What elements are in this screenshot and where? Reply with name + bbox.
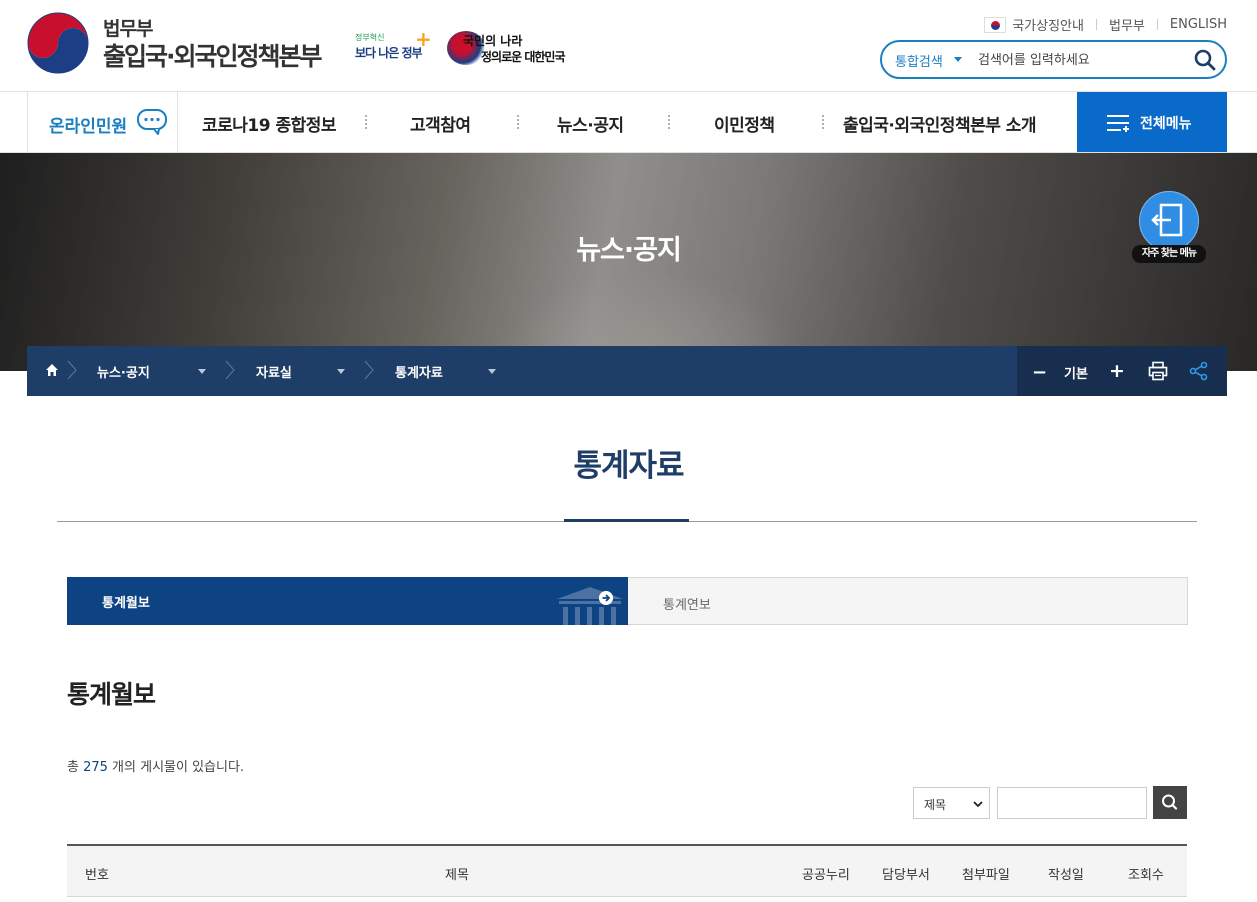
nav-item-news-notice[interactable]: 뉴스·공지 (557, 111, 624, 136)
chevron-down-icon (973, 801, 983, 808)
gov-badge-text: 보다 나은 정부 (355, 46, 423, 60)
nav-divider (517, 114, 519, 130)
search-icon (1162, 794, 1178, 810)
search-category-select[interactable]: 통합검색 (895, 51, 943, 70)
caret-down-icon[interactable] (337, 369, 345, 374)
gov-badge-small-text: 정부혁신 (355, 33, 385, 42)
search-icon[interactable] (1193, 48, 1217, 72)
divider (1156, 19, 1158, 30)
nav-item-about[interactable]: 출입국·외국인정책본부 소개 (843, 111, 1037, 136)
favorite-menu-circle (1139, 191, 1199, 251)
search-field-select[interactable]: 제목 (913, 787, 990, 819)
board-search-input[interactable] (997, 787, 1147, 819)
online-service-button[interactable]: 온라인민원 (27, 92, 178, 152)
breadcrumb-item-archive[interactable]: 자료실 (256, 362, 292, 381)
online-service-label: 온라인민원 (49, 117, 128, 137)
chevron-right-icon (225, 360, 235, 380)
tab-label: 통계월보 (102, 596, 150, 611)
government-emblem-logo[interactable] (27, 12, 89, 74)
tab-monthly-statistics[interactable]: 통계월보 (67, 577, 628, 625)
site-header: 법무부 출입국·외국인정책본부 정부혁신 보다 나은 정부 + 국민의 나라 정… (0, 0, 1257, 92)
share-icon[interactable] (1189, 361, 1209, 381)
breadcrumb-item-statistics[interactable]: 통계자료 (395, 362, 443, 381)
column-header-kogl: 공공누리 (802, 868, 850, 883)
slogan-line-1: 국민의 나라 (463, 34, 523, 48)
nav-item-covid19[interactable]: 코로나19 종합정보 (202, 111, 337, 136)
nav-divider (668, 114, 670, 130)
column-header-date: 작성일 (1048, 868, 1084, 883)
post-count: 총 275 개의 게시물이 있습니다. (67, 756, 244, 775)
font-decrease-button[interactable]: − (1032, 362, 1047, 383)
nav-divider (822, 114, 824, 130)
plus-icon: + (415, 27, 432, 51)
table-header: 번호 제목 공공누리 담당부서 첨부파일 작성일 조회수 (67, 844, 1187, 897)
column-header-department: 담당부서 (882, 868, 930, 883)
chat-bubble-icon (137, 109, 167, 135)
column-header-views: 조회수 (1128, 868, 1164, 883)
integrated-search: 통합검색 (880, 40, 1227, 79)
korean-flag-icon (984, 16, 1007, 33)
national-slogan: 국민의 나라 정의로운 대한민국 (447, 28, 582, 70)
slogan-line-2: 정의로운 대한민국 (481, 50, 565, 64)
search-field-selected: 제목 (924, 798, 947, 812)
main-navigation: 온라인민원 코로나19 종합정보 고객참여 뉴스·공지 이민정책 출입국·외국인… (0, 92, 1257, 153)
chevron-right-icon (67, 360, 77, 380)
count-suffix: 개의 게시물이 있습니다. (107, 760, 245, 775)
section-title: 통계월보 (67, 680, 156, 709)
building-icon (557, 587, 623, 625)
font-increase-button[interactable]: + (1109, 360, 1125, 382)
count-number: 275 (83, 760, 108, 775)
favorite-menu-button[interactable]: 자주 찾는 메뉴 (1132, 191, 1208, 271)
caret-down-icon (954, 57, 962, 62)
top-utility-links: 국가상징안내 법무부 ENGLISH (984, 15, 1227, 34)
org-name[interactable]: 출입국·외국인정책본부 (103, 37, 322, 73)
caret-down-icon[interactable] (198, 369, 206, 374)
column-header-title: 제목 (445, 868, 469, 883)
exit-door-icon (1151, 203, 1183, 237)
count-prefix: 총 (67, 760, 84, 775)
divider (1095, 19, 1097, 30)
caret-down-icon[interactable] (488, 369, 496, 374)
font-size-label: 기본 (1064, 367, 1088, 382)
column-header-attachment: 첨부파일 (962, 868, 1010, 883)
chevron-right-icon (364, 360, 374, 380)
home-icon[interactable] (45, 363, 59, 377)
gov-innovation-badge[interactable]: 정부혁신 보다 나은 정부 + (355, 27, 435, 70)
print-icon[interactable] (1148, 361, 1168, 381)
page-title: 통계자료 (573, 448, 684, 484)
breadcrumb-item-news[interactable]: 뉴스·공지 (97, 362, 150, 381)
page-banner: 뉴스·공지 자주 찾는 메뉴 (0, 153, 1257, 371)
favorite-menu-label: 자주 찾는 메뉴 (1132, 245, 1206, 263)
top-link-ministry[interactable]: 법무부 (1109, 15, 1145, 34)
banner-title: 뉴스·공지 (576, 235, 682, 266)
all-menu-button[interactable]: 전체메뉴 (1077, 92, 1227, 152)
title-divider-accent (564, 519, 689, 522)
nav-item-immigration-policy[interactable]: 이민정책 (714, 111, 775, 136)
top-link-english[interactable]: ENGLISH (1170, 17, 1227, 32)
page-tools: − 기본 + (1017, 346, 1227, 396)
nav-item-customer-participation[interactable]: 고객참여 (410, 111, 471, 136)
sub-tabs: 통계월보 통계연보 (67, 577, 1188, 625)
search-input[interactable] (978, 50, 1178, 70)
board-search-button[interactable] (1153, 786, 1187, 819)
column-header-number: 번호 (85, 868, 109, 883)
tab-annual-statistics[interactable]: 통계연보 (663, 594, 711, 613)
nav-divider (365, 114, 367, 130)
arrow-right-circle-icon (599, 591, 613, 605)
breadcrumb: 뉴스·공지 자료실 통계자료 − 기본 + (27, 346, 1227, 396)
hamburger-menu-icon (1107, 115, 1129, 132)
top-link-national-symbols[interactable]: 국가상징안내 (1012, 15, 1084, 34)
all-menu-label: 전체메뉴 (1140, 116, 1192, 132)
